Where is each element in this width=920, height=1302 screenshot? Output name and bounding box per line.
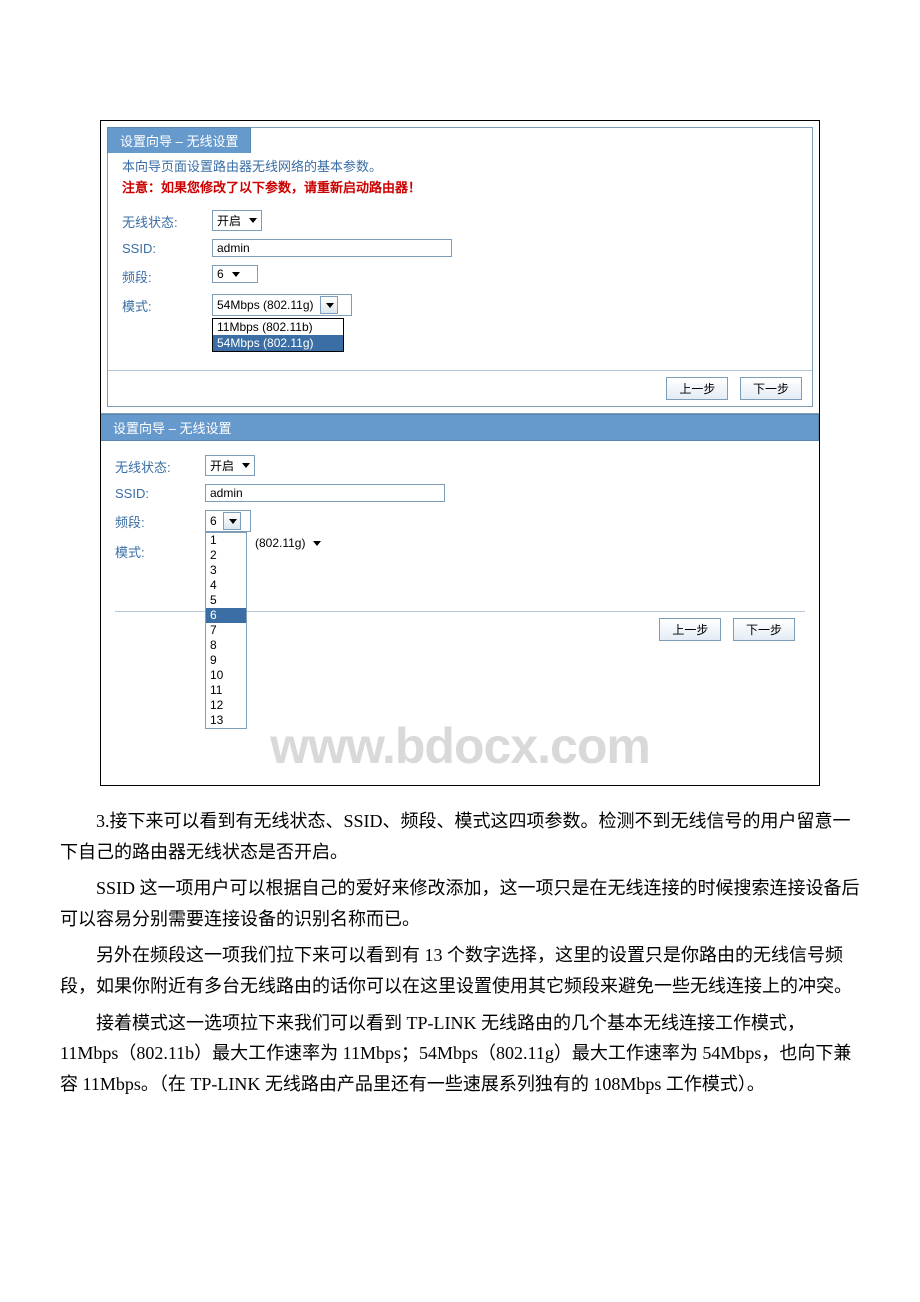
panel-title: 设置向导 – 无线设置 — [101, 414, 819, 441]
paragraph: 另外在频段这一项我们拉下来可以看到有 13 个数字选择，这里的设置只是你路由的无… — [60, 940, 860, 1001]
chevron-down-icon — [249, 218, 257, 223]
label-ssid: SSID: — [122, 239, 212, 256]
prev-button[interactable]: 上一步 — [659, 618, 721, 641]
status-value: 开启 — [210, 457, 234, 474]
ssid-value: admin — [210, 486, 243, 500]
ssid-input[interactable]: admin — [212, 239, 452, 257]
chevron-down-icon — [242, 463, 250, 468]
mode-dropdown-list[interactable]: 11Mbps (802.11b) 54Mbps (802.11g) — [212, 318, 344, 352]
channel-option[interactable]: 11 — [206, 683, 246, 698]
channel-option[interactable]: 8 — [206, 638, 246, 653]
label-mode: 模式: — [122, 294, 212, 315]
dropdown-button[interactable] — [320, 296, 338, 314]
ssid-input[interactable]: admin — [205, 484, 445, 502]
panel-footer: 上一步 下一步 — [108, 370, 812, 406]
label-channel: 频段: — [122, 265, 212, 286]
channel-select[interactable]: 6 — [205, 510, 251, 532]
channel-option[interactable]: 3 — [206, 563, 246, 578]
panel-wireless-1: 设置向导 – 无线设置 本向导页面设置路由器无线网络的基本参数。 注意：如果您修… — [107, 127, 813, 407]
label-channel: 频段: — [115, 510, 205, 531]
channel-option[interactable]: 12 — [206, 698, 246, 713]
status-select[interactable]: 开启 — [212, 210, 262, 231]
chevron-down-icon — [313, 541, 321, 546]
label-ssid: SSID: — [115, 484, 205, 501]
channel-option-selected[interactable]: 6 — [206, 608, 246, 623]
screenshot-container: 设置向导 – 无线设置 本向导页面设置路由器无线网络的基本参数。 注意：如果您修… — [100, 120, 820, 786]
channel-option[interactable]: 5 — [206, 593, 246, 608]
label-status: 无线状态: — [115, 455, 205, 476]
channel-dropdown-list[interactable]: 1 2 3 4 5 6 7 8 9 10 11 12 13 — [205, 532, 247, 729]
channel-value: 6 — [210, 514, 217, 528]
chevron-down-icon — [326, 303, 334, 308]
prev-button[interactable]: 上一步 — [666, 377, 728, 400]
status-select[interactable]: 开启 — [205, 455, 255, 476]
mode-display: (802.11g) — [255, 536, 321, 550]
intro-text: 本向导页面设置路由器无线网络的基本参数。 — [122, 156, 798, 175]
paragraph: SSID 这一项用户可以根据自己的爱好来修改添加，这一项只是在无线连接的时候搜索… — [60, 873, 860, 934]
dropdown-button[interactable] — [223, 512, 241, 530]
panel-title: 设置向导 – 无线设置 — [107, 127, 251, 153]
mode-option-selected[interactable]: 54Mbps (802.11g) — [213, 335, 343, 351]
warning-text: 注意：如果您修改了以下参数，请重新启动路由器！ — [122, 177, 798, 196]
status-value: 开启 — [217, 212, 241, 229]
channel-option[interactable]: 10 — [206, 668, 246, 683]
chevron-down-icon — [229, 519, 237, 524]
mode-select[interactable]: 54Mbps (802.11g) — [212, 294, 352, 316]
ssid-value: admin — [217, 241, 250, 255]
channel-option[interactable]: 13 — [206, 713, 246, 728]
next-button[interactable]: 下一步 — [740, 377, 802, 400]
paragraph: 3.接下来可以看到有无线状态、SSID、频段、模式这四项参数。检测不到无线信号的… — [60, 806, 860, 867]
channel-option[interactable]: 1 — [206, 533, 246, 548]
mode-value: (802.11g) — [255, 536, 305, 550]
channel-select[interactable]: 6 — [212, 265, 258, 283]
channel-option[interactable]: 2 — [206, 548, 246, 563]
channel-option[interactable]: 7 — [206, 623, 246, 638]
channel-option[interactable]: 9 — [206, 653, 246, 668]
chevron-down-icon — [232, 272, 240, 277]
paragraph: 接着模式这一选项拉下来我们可以看到 TP-LINK 无线路由的几个基本无线连接工… — [60, 1008, 860, 1100]
article-text: 3.接下来可以看到有无线状态、SSID、频段、模式这四项参数。检测不到无线信号的… — [60, 806, 860, 1099]
label-status: 无线状态: — [122, 210, 212, 231]
mode-value: 54Mbps (802.11g) — [217, 298, 314, 312]
watermark-text: www.bdocx.com — [270, 718, 650, 774]
channel-value: 6 — [217, 267, 224, 281]
label-mode: 模式: — [115, 540, 205, 561]
mode-option[interactable]: 11Mbps (802.11b) — [213, 319, 343, 335]
next-button[interactable]: 下一步 — [733, 618, 795, 641]
channel-option[interactable]: 4 — [206, 578, 246, 593]
